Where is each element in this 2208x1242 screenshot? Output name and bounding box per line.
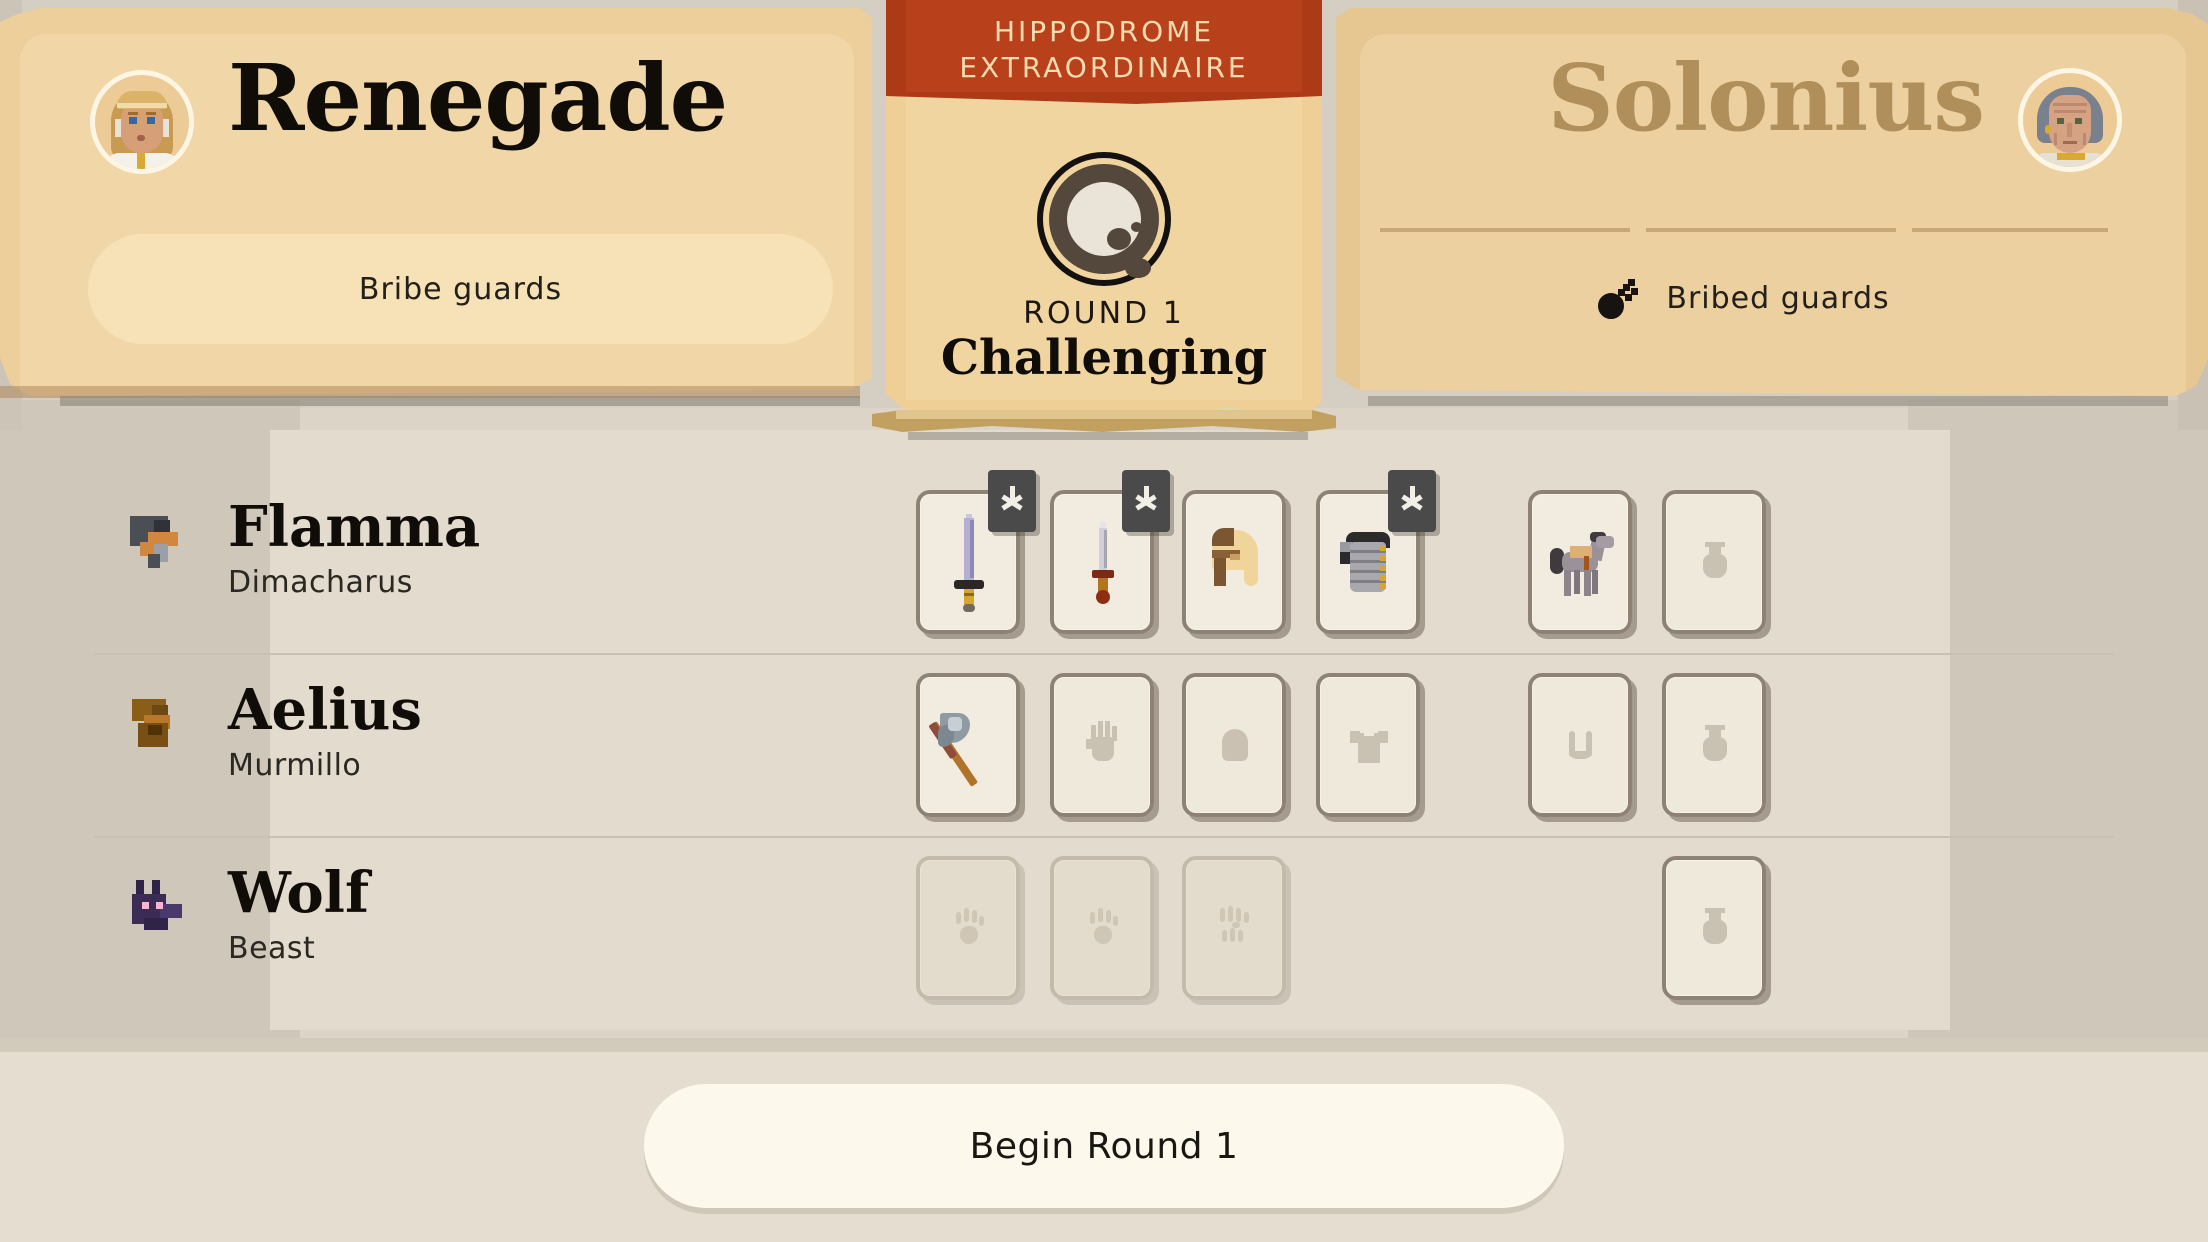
fighter-names: Aelius Murmillo (228, 681, 422, 783)
potion-placeholder-icon (1690, 534, 1738, 590)
wolf-head-icon (130, 880, 186, 936)
slot-body[interactable] (1316, 673, 1420, 817)
armor-slot-group (1182, 856, 1420, 1000)
begin-round-button[interactable]: Begin Round 1 (644, 1084, 1564, 1208)
opponent-nose (2067, 123, 2072, 137)
paw-placeholder-icon (1078, 900, 1126, 956)
helmet-placeholder-icon (1210, 717, 1258, 773)
gladiator-aelius-icon (130, 697, 186, 753)
key-coin-icon (1598, 277, 1644, 319)
event-title: HIPPODROME EXTRAORDINAIRE (886, 14, 1322, 87)
horseshoe-placeholder-icon (1556, 717, 1604, 773)
equipment-slots (916, 673, 1766, 817)
event-title-line-1: HIPPODROME (993, 15, 1215, 48)
support-slot-group (1528, 673, 1766, 817)
opponent-eye-right (2075, 118, 2082, 124)
shirt-placeholder-icon (1344, 717, 1392, 773)
slot-head[interactable] (1182, 673, 1286, 817)
fighter-class: Beast (228, 930, 316, 966)
fighter-name: Flamma (228, 494, 481, 560)
slot-weapon-offhand[interactable] (1050, 470, 1170, 634)
slot-weapon-offhand[interactable] (1050, 673, 1154, 817)
equipment-slots (916, 856, 1766, 1000)
moon-seal-emblem (1037, 152, 1171, 286)
slot-mount[interactable] (1528, 673, 1632, 817)
opponent-avatar (2018, 68, 2122, 172)
star-icon (1397, 486, 1427, 516)
star-icon (997, 486, 1027, 516)
opponent-divider (1380, 228, 2108, 232)
opponent-earring (2045, 125, 2051, 134)
footer: Begin Round 1 (0, 1050, 2208, 1242)
difficulty-label: Challenging (940, 330, 1268, 386)
weapon-slot-group (916, 856, 1154, 1000)
fighter-row[interactable]: Aelius Murmillo (0, 653, 2208, 836)
round-banner: HIPPODROME EXTRAORDINAIRE ROUND 1 Challe… (872, 0, 1336, 448)
opponent-cheek-left (2054, 133, 2057, 145)
armor-slot-group (1182, 673, 1420, 817)
new-item-star-badge (1122, 470, 1170, 532)
opponent-eye-left (2057, 118, 2064, 124)
fighter-class: Murmillo (228, 747, 362, 783)
slot-weapon-primary[interactable] (916, 673, 1020, 817)
potion-placeholder-icon (1690, 900, 1738, 956)
opponent-forehead-line-2 (2054, 110, 2086, 113)
hand-placeholder-icon (1078, 717, 1126, 773)
opponent-name: Solonius (1547, 44, 1985, 152)
fighter-names: Flamma Dimacharus (228, 498, 480, 600)
new-item-star-badge (1388, 470, 1436, 532)
potion-placeholder-icon (1690, 717, 1738, 773)
fighter-name: Wolf (228, 860, 370, 926)
support-slot-group (1528, 490, 1766, 634)
horse-icon (1544, 514, 1616, 610)
slot-consumable[interactable] (1662, 856, 1766, 1000)
slot-body[interactable] (1316, 470, 1436, 634)
banner-rod-shadow (908, 432, 1308, 440)
support-slot-group (1528, 856, 1766, 1000)
star-icon (1131, 486, 1161, 516)
paw-placeholder-icon (944, 900, 992, 956)
round-label: ROUND 1 (1023, 296, 1185, 331)
slot-head (1182, 856, 1286, 1000)
weapon-slot-group (916, 470, 1170, 634)
equipment-slots (916, 470, 1766, 634)
opponent-toga-stripe (2057, 153, 2085, 160)
roman-helmet-icon (1198, 514, 1270, 610)
weapon-slot-group (916, 673, 1154, 817)
opponent-cheek-right (2083, 133, 2086, 145)
fighter-roster: Flamma Dimacharus Aelius Murmillo Wolf B… (0, 470, 2208, 1050)
fighter-names: Wolf Beast (228, 864, 369, 966)
fighter-class: Dimacharus (228, 564, 413, 600)
slot-mount[interactable] (1528, 490, 1632, 634)
slot-weapon-primary[interactable] (916, 470, 1036, 634)
fighter-identity: Aelius Murmillo (130, 681, 422, 783)
emblem-core (1067, 182, 1154, 278)
banner-rod-highlight (896, 410, 1312, 419)
opponent-forehead-line-1 (2053, 103, 2087, 106)
key-ring (1598, 293, 1625, 319)
paws-placeholder-icon (1210, 900, 1258, 956)
slot-head[interactable] (1182, 490, 1286, 634)
fighter-row[interactable]: Wolf Beast (0, 836, 2208, 1019)
fighter-name: Aelius (228, 677, 422, 743)
opponent-status: Bribed guards (1380, 268, 2108, 328)
opponent-mouth (2063, 141, 2077, 144)
slot-consumable[interactable] (1662, 490, 1766, 634)
begin-round-label: Begin Round 1 (969, 1125, 1239, 1167)
slot-weapon-primary (916, 856, 1020, 1000)
header-bar: Renegade Bribe guards Solonius Bribed gu… (0, 0, 2208, 440)
fighter-identity: Flamma Dimacharus (130, 498, 480, 600)
gladiator-flamma-icon (130, 514, 186, 570)
armor-slot-group (1182, 470, 1436, 634)
event-title-line-2: EXTRAORDINAIRE (959, 51, 1249, 85)
fighter-identity: Wolf Beast (130, 864, 369, 966)
opponent-status-label: Bribed guards (1666, 280, 1890, 316)
slot-consumable[interactable] (1662, 673, 1766, 817)
slot-weapon-offhand (1050, 856, 1154, 1000)
new-item-star-badge (988, 470, 1036, 532)
fighter-row[interactable]: Flamma Dimacharus (0, 470, 2208, 653)
axe-icon (928, 697, 1004, 793)
